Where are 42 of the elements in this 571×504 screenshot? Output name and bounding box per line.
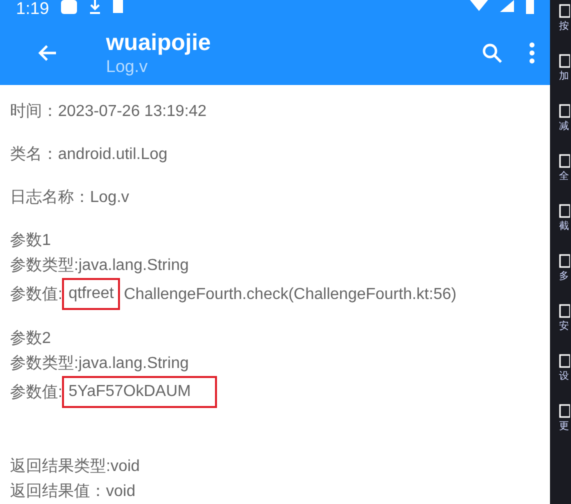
param-title: 参数1 xyxy=(10,230,51,251)
wifi-icon xyxy=(470,0,488,12)
tool-icon[interactable] xyxy=(559,154,570,168)
tool-label[interactable]: 多 xyxy=(559,270,569,283)
tool-icon[interactable] xyxy=(559,54,570,68)
param-value: 5YaF57OkDAUM xyxy=(62,376,217,408)
tool-icon[interactable] xyxy=(559,404,570,418)
tool-label[interactable]: 更 xyxy=(559,420,569,433)
result-type: 返回结果类型:void xyxy=(10,456,140,477)
status-time: 1:19 xyxy=(16,0,50,18)
field-text: 类名：android.util.Log xyxy=(10,144,168,165)
param-value: qtfreet xyxy=(62,278,120,310)
app-icon xyxy=(61,0,78,14)
download-icon xyxy=(89,0,102,14)
tool-label[interactable]: 全 xyxy=(559,170,569,183)
battery-icon xyxy=(526,0,534,14)
param-type: 参数类型:java.lang.String xyxy=(10,354,189,374)
tool-icon[interactable] xyxy=(559,104,570,118)
notification-icon xyxy=(113,0,124,14)
result-value: 返回结果值：void xyxy=(10,482,136,502)
field-text: 日志名称：Log.v xyxy=(10,188,130,208)
field-text: 时间：2023-07-26 13:19:42 xyxy=(10,102,207,122)
tool-label[interactable]: 安 xyxy=(559,320,569,333)
param-value-label: 参数值: xyxy=(10,382,62,402)
param-value-rest: ChallengeFourth.check(ChallengeFourth.kt:56) xyxy=(124,284,456,304)
tool-icon[interactable] xyxy=(559,254,570,268)
param-type: 参数类型:java.lang.String xyxy=(10,256,189,276)
tool-icon[interactable] xyxy=(559,304,570,318)
more-icon[interactable] xyxy=(528,40,536,64)
app-subtitle: Log.v xyxy=(106,56,149,78)
signal-icon xyxy=(500,0,514,12)
tool-label[interactable]: 按 xyxy=(559,20,569,33)
tool-label[interactable]: 截 xyxy=(559,220,569,233)
tool-icon[interactable] xyxy=(559,204,570,218)
param-title: 参数2 xyxy=(10,328,51,349)
param-value-label: 参数值: xyxy=(10,284,62,304)
tool-label[interactable]: 设 xyxy=(559,370,569,383)
app-title: wuaipojie xyxy=(106,28,212,56)
tool-label[interactable]: 加 xyxy=(559,70,569,83)
tool-label[interactable]: 减 xyxy=(559,120,569,133)
tool-icon[interactable] xyxy=(559,4,570,18)
tool-icon[interactable] xyxy=(559,354,570,368)
